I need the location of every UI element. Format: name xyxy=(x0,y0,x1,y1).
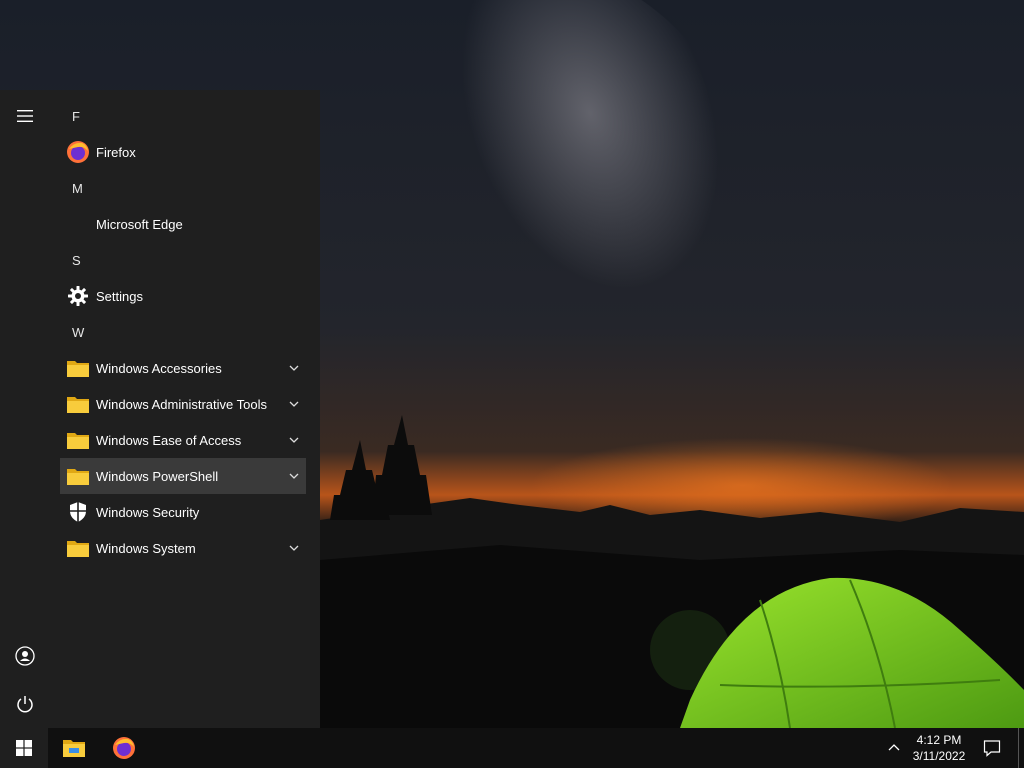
power-icon xyxy=(17,696,33,713)
app-label: Microsoft Edge xyxy=(96,216,183,232)
notification-icon xyxy=(983,740,1001,757)
windows-logo-icon xyxy=(16,740,32,756)
shield-icon xyxy=(70,502,86,522)
account-button[interactable] xyxy=(0,632,50,680)
taskbar-clock[interactable]: 4:12 PM 3/11/2022 xyxy=(906,731,972,765)
file-explorer-icon xyxy=(63,740,85,757)
folder-icon xyxy=(67,433,89,449)
action-center-button[interactable] xyxy=(974,728,1010,768)
chevron-down-icon[interactable] xyxy=(288,398,300,410)
show-desktop-button[interactable] xyxy=(1018,728,1024,768)
app-label: Windows Administrative Tools xyxy=(96,396,267,412)
folder-icon xyxy=(67,541,89,557)
user-icon xyxy=(15,646,35,666)
chevron-down-icon[interactable] xyxy=(288,434,300,446)
group-letter-w[interactable]: W xyxy=(60,314,306,350)
app-label: Windows System xyxy=(96,540,196,556)
start-menu-rail xyxy=(0,90,50,728)
app-windows-system[interactable]: Windows System xyxy=(60,530,306,566)
app-label: Firefox xyxy=(96,144,136,160)
app-windows-administrative-tools[interactable]: Windows Administrative Tools xyxy=(60,386,306,422)
firefox-icon xyxy=(67,141,89,163)
clock-date: 3/11/2022 xyxy=(912,749,966,763)
gear-icon xyxy=(68,286,88,306)
group-letter-f[interactable]: F xyxy=(60,98,306,134)
folder-icon xyxy=(67,361,89,377)
chevron-down-icon[interactable] xyxy=(288,362,300,374)
start-button[interactable] xyxy=(0,728,48,768)
power-button[interactable] xyxy=(0,680,50,728)
hamburger-icon xyxy=(17,110,33,122)
app-microsoft-edge[interactable]: Microsoft Edge xyxy=(60,206,306,242)
chevron-up-icon xyxy=(888,744,900,751)
group-letter-s[interactable]: S xyxy=(60,242,306,278)
start-menu: F Firefox M Microsoft Edge S Settings W … xyxy=(0,90,320,728)
file-explorer-button[interactable] xyxy=(50,728,98,768)
app-firefox[interactable]: Firefox xyxy=(60,134,306,170)
firefox-icon xyxy=(113,737,135,759)
app-windows-ease-of-access[interactable]: Windows Ease of Access xyxy=(60,422,306,458)
app-windows-accessories[interactable]: Windows Accessories xyxy=(60,350,306,386)
app-label: Settings xyxy=(96,288,143,304)
app-label: Windows Ease of Access xyxy=(96,432,242,448)
app-windows-powershell[interactable]: Windows PowerShell xyxy=(60,458,306,494)
folder-icon xyxy=(67,397,89,413)
folder-icon xyxy=(67,469,89,485)
app-list: F Firefox M Microsoft Edge S Settings W … xyxy=(60,98,306,566)
group-letter-m[interactable]: M xyxy=(60,170,306,206)
clock-time: 4:12 PM xyxy=(916,733,962,747)
app-settings[interactable]: Settings xyxy=(60,278,306,314)
chevron-down-icon[interactable] xyxy=(288,470,300,482)
taskbar: 4:12 PM 3/11/2022 xyxy=(0,728,1024,768)
app-windows-security[interactable]: Windows Security xyxy=(60,494,306,530)
chevron-down-icon[interactable] xyxy=(288,542,300,554)
firefox-taskbar-button[interactable] xyxy=(100,728,148,768)
expand-menu-button[interactable] xyxy=(0,92,50,140)
app-label: Windows Accessories xyxy=(96,360,222,376)
app-label: Windows PowerShell xyxy=(96,468,219,484)
app-label: Windows Security xyxy=(96,504,200,520)
